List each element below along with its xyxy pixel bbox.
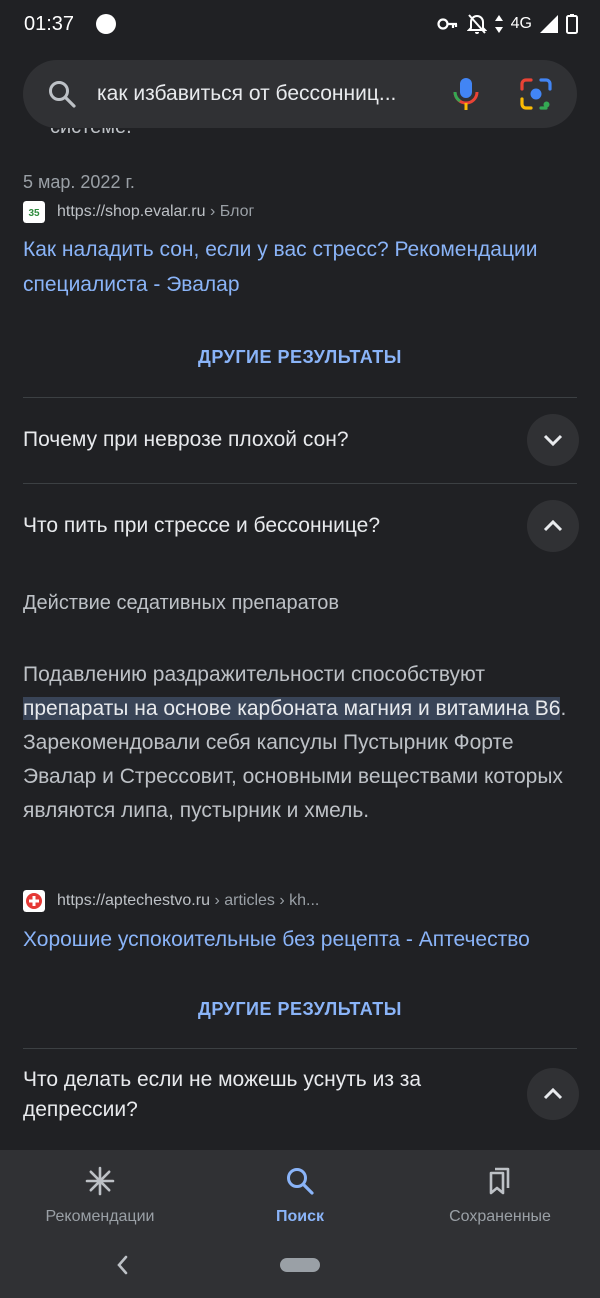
status-time: 01:37	[24, 12, 75, 35]
network-type: 4G	[510, 15, 532, 32]
result-title-link[interactable]: Хорошие успокоительные без рецепта - Апт…	[23, 922, 583, 957]
answer-snippet: Подавлению раздражительности способствую…	[23, 658, 583, 828]
bookmarks-icon	[489, 1167, 510, 1195]
divider	[23, 397, 577, 398]
more-results-button[interactable]: ДРУГИЕ РЕЗУЛЬТАТЫ	[0, 999, 600, 1020]
divider	[23, 1048, 577, 1049]
mic-icon[interactable]	[451, 77, 481, 111]
signal-icon	[540, 15, 558, 33]
result-breadcrumb: › articles › kh...	[214, 892, 320, 909]
lens-icon[interactable]	[519, 77, 553, 111]
search-icon	[287, 1168, 314, 1195]
nav-recommendations[interactable]: Рекомендации	[0, 1150, 200, 1236]
question-item[interactable]: Что делать если не можешь уснуть из за д…	[23, 1065, 483, 1125]
result-breadcrumb: › Блог	[209, 203, 255, 220]
nav-search[interactable]: Поиск	[200, 1150, 400, 1236]
aptechestvo-favicon-icon	[23, 890, 45, 912]
nav-label: Рекомендации	[45, 1208, 155, 1225]
status-bar: 01:37 4G	[0, 0, 600, 48]
search-bar[interactable]: как избавиться от бессонниц...	[23, 60, 577, 128]
result-source[interactable]: https://aptechestvo.ru › articles › kh..…	[23, 890, 319, 912]
partial-text: системе.	[50, 128, 132, 139]
answer-text: Подавлению раздражительности способствую…	[23, 663, 485, 686]
back-icon[interactable]	[114, 1254, 132, 1276]
bottom-navigation: Рекомендации Поиск Сохраненные	[0, 1150, 600, 1236]
result-date: 5 мар. 2022 г.	[23, 172, 135, 192]
more-results-button[interactable]: ДРУГИЕ РЕЗУЛЬТАТЫ	[0, 347, 600, 368]
divider	[23, 483, 577, 484]
asterisk-icon	[85, 1166, 115, 1196]
evalar-favicon-text: 35	[28, 208, 40, 219]
nav-saved[interactable]: Сохраненные	[400, 1150, 600, 1236]
key-icon	[437, 18, 457, 30]
notification-dot-icon	[96, 14, 117, 34]
results-content: системе. 5 мар. 2022 г. 35 https://shop.…	[0, 128, 600, 1150]
result-url: https://shop.evalar.ru	[57, 203, 206, 220]
chevron-up-icon[interactable]	[527, 500, 579, 552]
system-navigation	[0, 1236, 600, 1298]
answer-heading: Действие седативных препаратов	[23, 592, 339, 614]
search-icon[interactable]	[47, 79, 77, 109]
data-arrows-icon	[494, 15, 503, 33]
notifications-off-icon	[466, 14, 487, 34]
result-url: https://aptechestvo.ru	[57, 892, 210, 909]
home-handle[interactable]	[280, 1258, 320, 1272]
nav-label: Поиск	[275, 1208, 324, 1225]
question-item[interactable]: Почему при неврозе плохой сон?	[23, 425, 483, 455]
chevron-up-icon[interactable]	[527, 1068, 579, 1120]
evalar-favicon-icon: 35	[23, 201, 45, 223]
question-item[interactable]: Что пить при стрессе и бессоннице?	[23, 511, 483, 541]
battery-icon	[566, 14, 578, 34]
answer-highlight: препараты на основе карбоната магния и в…	[23, 697, 561, 720]
search-input[interactable]: как избавиться от бессонниц...	[97, 82, 423, 106]
chevron-down-icon[interactable]	[527, 414, 579, 466]
result-source[interactable]: 35 https://shop.evalar.ru › Блог	[23, 201, 254, 223]
result-title-link[interactable]: Как наладить сон, если у вас стресс? Рек…	[23, 232, 583, 302]
nav-label: Сохраненные	[449, 1208, 551, 1225]
